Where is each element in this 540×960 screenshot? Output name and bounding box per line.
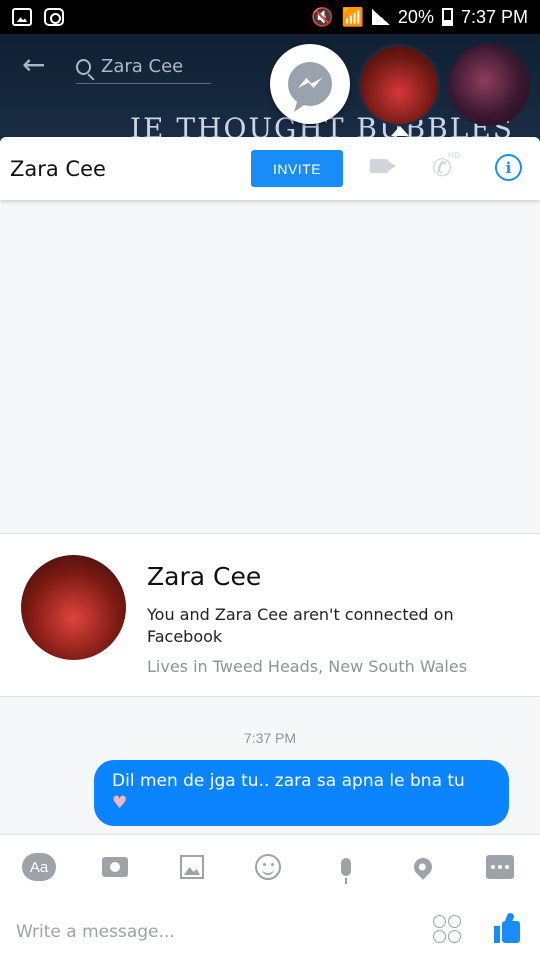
- camera-icon: [102, 857, 128, 877]
- search-header: IE THOUGHT BUBBLES ←: [0, 34, 540, 144]
- camera-button[interactable]: [97, 849, 133, 885]
- message-composer: Aa: [0, 834, 540, 960]
- chathead-avatar-other[interactable]: [448, 44, 530, 126]
- message-timestamp: 7:37 PM: [243, 730, 297, 746]
- battery-icon: [441, 8, 453, 26]
- profile-location: Lives in Tweed Heads, New South Wales: [147, 657, 468, 676]
- location-button[interactable]: [405, 849, 441, 885]
- info-icon[interactable]: i: [495, 154, 522, 181]
- status-bar: 🔇 📶 20% 7:37 PM: [0, 0, 540, 34]
- hd-badge: HD: [448, 151, 461, 160]
- clock: 7:37 PM: [460, 6, 528, 27]
- connection-status-text: You and Zara Cee aren't connected on Fac…: [147, 605, 454, 646]
- heart-emoji: ♥: [112, 793, 128, 813]
- emoji-button[interactable]: [250, 849, 286, 885]
- profile-avatar[interactable]: [21, 555, 126, 660]
- profile-card: Zara Cee You and Zara Cee aren't connect…: [0, 533, 540, 697]
- sticker-icon[interactable]: [433, 915, 461, 943]
- outgoing-message-bubble[interactable]: Dil men de jga tu.. zara sa apna le bna …: [94, 760, 509, 826]
- like-thumb-icon[interactable]: [494, 915, 522, 943]
- profile-name: Zara Cee: [147, 562, 262, 591]
- microphone-icon: [341, 858, 351, 884]
- messenger-icon: [288, 62, 332, 106]
- text-format-icon: Aa: [22, 853, 56, 881]
- gallery-notification-icon: [12, 8, 32, 26]
- video-call-icon[interactable]: [370, 159, 396, 173]
- active-chathead-pointer: [391, 126, 409, 136]
- mute-icon: 🔇: [311, 6, 334, 27]
- more-button[interactable]: [482, 849, 518, 885]
- search-icon: [76, 58, 91, 75]
- wifi-icon: 📶: [341, 6, 364, 27]
- search-input[interactable]: [101, 56, 211, 77]
- voice-button[interactable]: [328, 849, 364, 885]
- search-bar[interactable]: [76, 50, 211, 84]
- signal-icon: [371, 9, 390, 25]
- battery-percent: 20%: [397, 6, 434, 27]
- back-arrow-icon[interactable]: ←: [22, 48, 45, 81]
- message-text: Dil men de jga tu.. zara sa apna le bna …: [112, 771, 465, 791]
- smile-icon: [255, 854, 281, 880]
- instagram-notification-icon: [44, 8, 64, 26]
- message-input[interactable]: [16, 919, 406, 945]
- gallery-button[interactable]: [174, 849, 210, 885]
- invite-button[interactable]: INVITE: [251, 150, 343, 187]
- conversation-header: Zara Cee INVITE ✆ HD i: [0, 137, 540, 200]
- more-icon: [486, 855, 514, 879]
- messenger-chathead[interactable]: [270, 44, 350, 124]
- text-format-button[interactable]: Aa: [21, 849, 57, 885]
- chathead-avatar-zara[interactable]: [358, 44, 440, 126]
- gallery-icon: [180, 855, 204, 879]
- composer-toolbar: Aa: [0, 849, 540, 885]
- location-pin-icon: [410, 854, 436, 880]
- contact-name[interactable]: Zara Cee: [10, 157, 106, 181]
